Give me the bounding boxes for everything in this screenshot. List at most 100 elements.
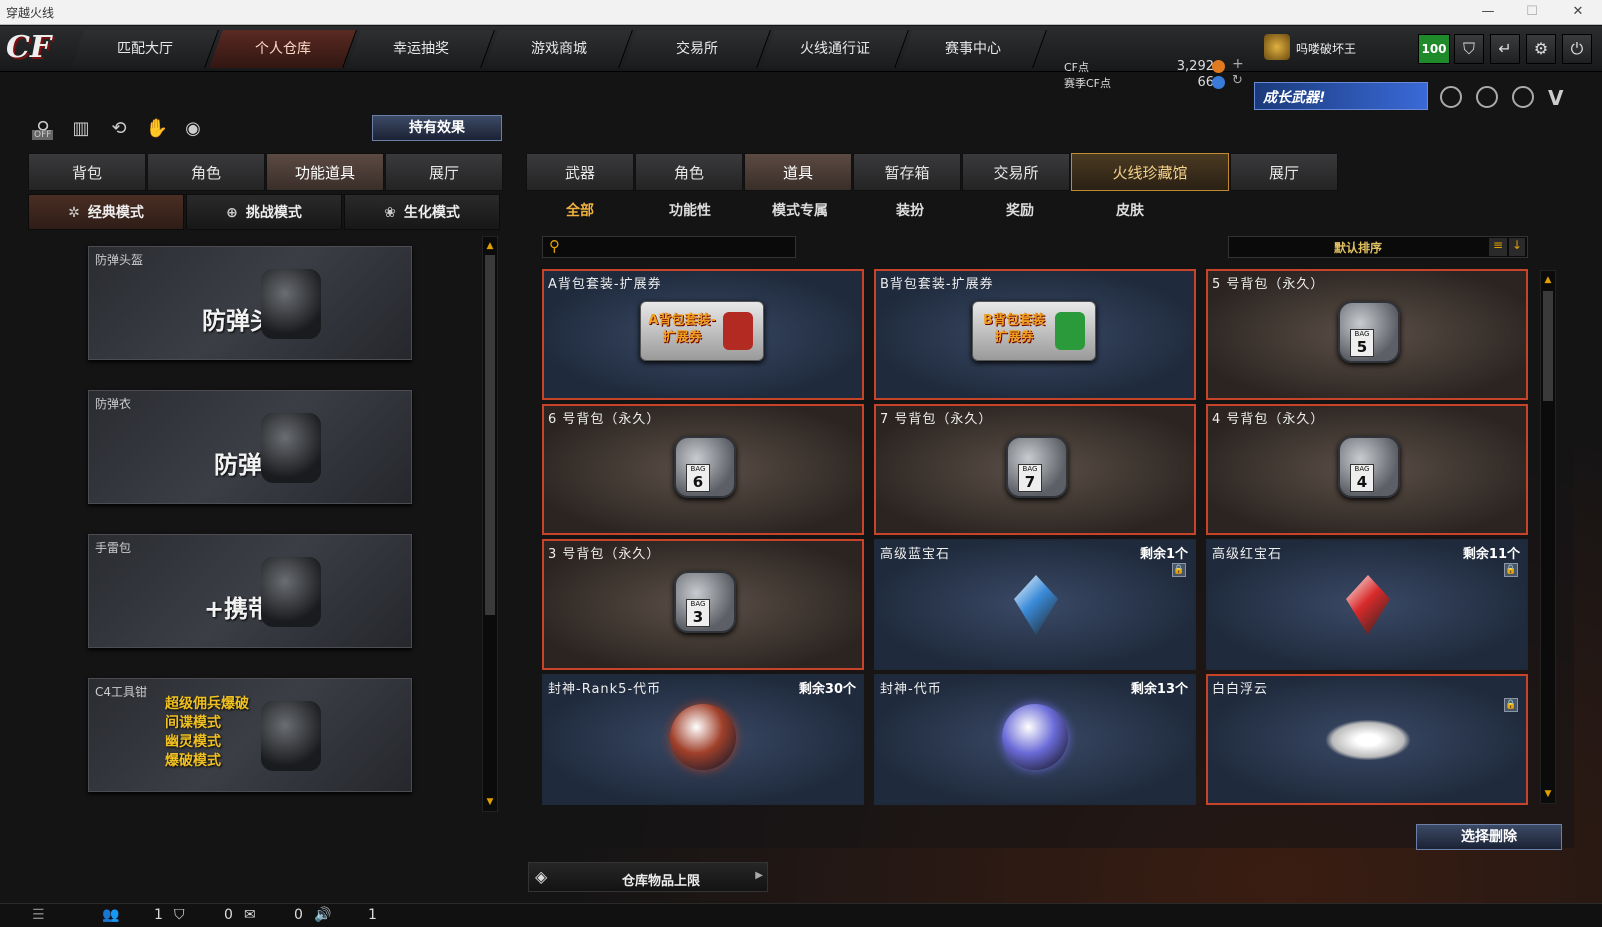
lock-icon[interactable]: 🔒	[1504, 698, 1518, 712]
left-tab-2[interactable]: 角色	[147, 153, 265, 191]
growth-weapon-banner[interactable]: 成长武器!	[1254, 82, 1428, 110]
nav-tab-3[interactable]: 幸运抽奖	[347, 30, 495, 68]
item-card-1[interactable]: A背包套装-扩展券 A背包套装-扩展券	[542, 269, 864, 400]
item-scroll-up-icon[interactable]: ▲	[1541, 273, 1555, 287]
toggle-off-icon[interactable]: OFF ⚲	[30, 116, 56, 142]
player-name[interactable]: 吗喽破坏王	[1296, 40, 1356, 57]
v-badge-icon[interactable]: V	[1548, 86, 1563, 110]
search-input[interactable]	[569, 239, 789, 255]
status-shield-icon[interactable]: ⛉	[174, 907, 185, 923]
backpack-icon: BAG 7	[1006, 436, 1068, 498]
hold-effect-button[interactable]: 持有效果	[372, 115, 502, 141]
item-card-10[interactable]: 封神-Rank5-代币 剩余30个	[542, 674, 864, 805]
gear-icon[interactable]: ⚙	[1526, 34, 1556, 64]
right-tab-1[interactable]: 武器	[526, 153, 634, 191]
item-name: 封神-Rank5-代币	[548, 682, 662, 697]
menu-icon[interactable]: ☰	[32, 907, 45, 923]
equipment-card-1[interactable]: 防弹头盔 防弹头盔	[88, 246, 412, 360]
hand-icon[interactable]: ✋	[144, 116, 170, 142]
add-icon[interactable]: +	[1232, 56, 1244, 72]
item-card-3[interactable]: 5 号背包（永久） BAG 5	[1206, 269, 1528, 400]
item-scroll-down-icon[interactable]: ▼	[1541, 787, 1555, 801]
power-icon[interactable]: ⏻	[1562, 34, 1592, 64]
return-icon[interactable]: ↵	[1490, 34, 1520, 64]
subtab-4[interactable]: 装扮	[856, 200, 964, 220]
left-footer	[28, 814, 502, 852]
left-tab-4[interactable]: 展厅	[385, 153, 503, 191]
equipment-card-4[interactable]: C4工具钳 超级佣兵爆破 间谍模式 幽灵模式 爆破模式	[88, 678, 412, 792]
item-card-7[interactable]: 3 号背包（永久） BAG 3	[542, 539, 864, 670]
nav-tab-4[interactable]: 游戏商城	[485, 30, 633, 68]
mode-icon-1: ✲	[68, 205, 80, 221]
sort-dropdown[interactable]: 默认排序 ≡ ↓	[1228, 236, 1528, 258]
card-label: 手雷包	[95, 541, 132, 555]
nav-tab-7[interactable]: 赛事中心	[899, 30, 1047, 68]
history-icon[interactable]: ⟲	[106, 116, 132, 142]
right-tab-4[interactable]: 暂存箱	[853, 153, 961, 191]
maximize-button[interactable]: ☐	[1510, 0, 1554, 25]
mode-tab-3[interactable]: ❀ 生化模式	[344, 194, 500, 230]
subtab-6[interactable]: 皮肤	[1076, 200, 1184, 220]
badge-icon-1[interactable]	[1440, 86, 1462, 108]
subtab-5[interactable]: 奖励	[966, 200, 1074, 220]
item-card-9[interactable]: 高级红宝石 剩余11个 🔒	[1206, 539, 1528, 670]
cf-coin-icon	[1212, 60, 1225, 73]
right-tab-7[interactable]: 展厅	[1230, 153, 1338, 191]
nav-tab-5[interactable]: 交易所	[623, 30, 771, 68]
subtab-3[interactable]: 模式专属	[746, 200, 854, 220]
nav-tab-6[interactable]: 火线通行证	[761, 30, 909, 68]
left-scroll-thumb[interactable]	[485, 255, 495, 615]
left-tab-1[interactable]: 背包	[28, 153, 146, 191]
left-tab-3[interactable]: 功能道具	[266, 153, 384, 191]
speaker-icon[interactable]: 🔊	[314, 907, 331, 923]
right-tab-3[interactable]: 道具	[744, 153, 852, 191]
nav-tab-1[interactable]: 匹配大厅	[71, 30, 219, 68]
mode-tab-2[interactable]: ⊕ 挑战模式	[186, 194, 342, 230]
expand-arrow-icon[interactable]: ▶	[755, 870, 763, 881]
medal-icon[interactable]	[1512, 86, 1534, 108]
item-card-8[interactable]: 高级蓝宝石 剩余1个 🔒	[874, 539, 1196, 670]
right-tab-6[interactable]: 火线珍藏馆	[1071, 153, 1229, 191]
item-card-11[interactable]: 封神-代币 剩余13个	[874, 674, 1196, 805]
left-scrollbar[interactable]: ▲ ▼	[482, 236, 498, 812]
search-field[interactable]: ⚲	[542, 236, 796, 258]
equipment-card-2[interactable]: 防弹衣 防弹衣	[88, 390, 412, 504]
capacity-bar[interactable]: ◈ 仓库物品上限 ▶	[528, 862, 768, 892]
chat-icon[interactable]: ✉	[244, 907, 256, 923]
list-icon[interactable]: ≡	[1489, 238, 1507, 256]
scroll-down-icon[interactable]: ▼	[483, 795, 497, 809]
subtab-1[interactable]: 全部	[526, 200, 634, 220]
shield-icon[interactable]: ⛉	[1454, 34, 1484, 64]
nav-tab-2[interactable]: 个人仓库	[209, 30, 357, 68]
close-button[interactable]: ✕	[1556, 0, 1600, 25]
item-card-4[interactable]: 6 号背包（永久） BAG 6	[542, 404, 864, 535]
card-title: 超级佣兵爆破 间谍模式 幽灵模式 爆破模式	[165, 696, 249, 769]
right-tab-5[interactable]: 交易所	[962, 153, 1070, 191]
mode-tab-1[interactable]: ✲ 经典模式	[28, 194, 184, 230]
right-tab-2[interactable]: 角色	[635, 153, 743, 191]
refresh-icon[interactable]: ↻	[1232, 73, 1243, 88]
scroll-up-icon[interactable]: ▲	[483, 239, 497, 253]
item-card-2[interactable]: B背包套装-扩展券 B背包套装扩展券	[874, 269, 1196, 400]
item-card-5[interactable]: 7 号背包（永久） BAG 7	[874, 404, 1196, 535]
select-delete-button[interactable]: 选择删除	[1416, 824, 1562, 850]
sort-arrow-icon[interactable]: ↓	[1509, 238, 1525, 256]
chart-icon[interactable]: ▥	[68, 116, 94, 142]
minimize-button[interactable]: —	[1466, 0, 1510, 25]
backpack-icon: BAG 3	[674, 571, 736, 633]
lock-icon[interactable]: 🔒	[1504, 563, 1518, 577]
item-scrollbar[interactable]: ▲ ▼	[1540, 270, 1556, 804]
expansion-coupon-icon: A背包套装-扩展券	[640, 301, 764, 361]
equipment-card-3[interactable]: 手雷包 +携带数	[88, 534, 412, 648]
subtab-2[interactable]: 功能性	[636, 200, 744, 220]
item-scroll-thumb[interactable]	[1543, 291, 1553, 401]
friends-icon[interactable]: 👥	[102, 907, 119, 923]
globe-icon[interactable]	[1476, 86, 1498, 108]
cf-logo[interactable]: CF	[6, 30, 68, 66]
lock-icon[interactable]: 🔒	[1172, 563, 1186, 577]
nav-tab-label: 个人仓库	[254, 41, 311, 57]
item-card-6[interactable]: 4 号背包（永久） BAG 4	[1206, 404, 1528, 535]
mouse-icon[interactable]: ◉	[180, 116, 206, 142]
item-card-12[interactable]: 白白浮云 🔒	[1206, 674, 1528, 805]
level-badge[interactable]: 100	[1418, 34, 1450, 64]
